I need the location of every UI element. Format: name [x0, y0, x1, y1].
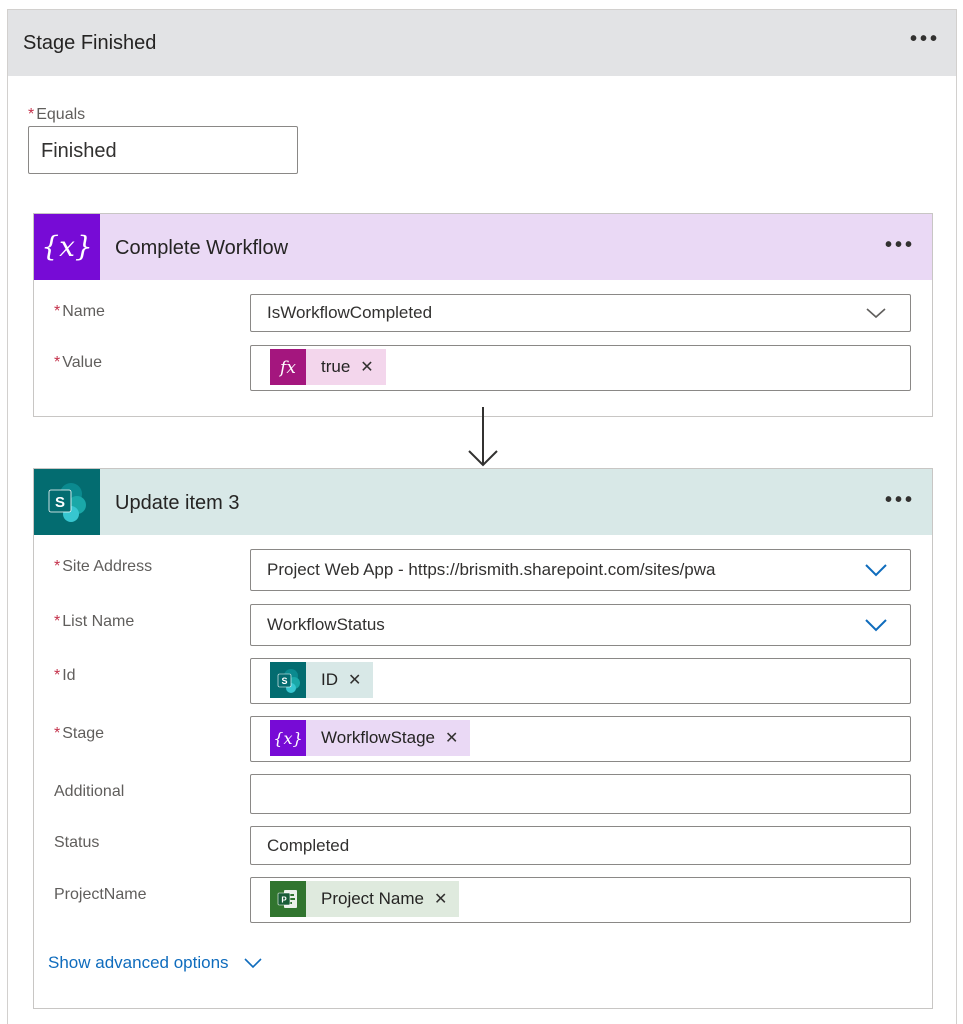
show-advanced-options-text: Show advanced options: [48, 953, 229, 972]
project-name-token-text: Project Name: [321, 889, 424, 908]
case-title: Stage Finished: [23, 32, 157, 54]
equals-label: * Equals: [28, 106, 86, 123]
site-address-value: Project Web App - https://brismith.share…: [267, 560, 716, 579]
case-more-options-icon[interactable]: •••: [910, 29, 940, 49]
value-token-text: true: [321, 357, 351, 376]
chevron-down-icon: [243, 958, 262, 969]
status-label: Status: [54, 834, 100, 851]
remove-token-icon[interactable]: ✕: [434, 889, 447, 909]
complete-workflow-title: Complete Workflow: [115, 237, 289, 259]
stage-label: * Stage: [54, 725, 105, 742]
equals-input[interactable]: Finished: [28, 126, 298, 174]
chevron-down-icon: [865, 564, 887, 577]
site-address-label: * Site Address: [54, 558, 153, 575]
status-value: Completed: [267, 835, 350, 855]
project-name-field[interactable]: P Project Name ✕: [250, 877, 911, 923]
update-item-card: S Update item 3 ••• * Site Address Projec…: [33, 468, 933, 1009]
svg-text:S: S: [55, 494, 65, 511]
status-input[interactable]: Completed: [250, 826, 911, 865]
show-advanced-options-link[interactable]: Show advanced options: [48, 953, 263, 973]
remove-token-icon[interactable]: ✕: [445, 728, 458, 748]
complete-workflow-header[interactable]: {x} Complete Workflow •••: [34, 214, 932, 280]
stage-token-text: WorkflowStage: [321, 728, 436, 747]
project-icon: P: [270, 881, 306, 917]
value-field[interactable]: fx true ✕: [250, 345, 911, 391]
id-field[interactable]: S ID ✕: [250, 658, 911, 704]
value-label: * Value: [54, 354, 102, 371]
id-token[interactable]: S ID ✕: [270, 662, 374, 698]
name-dropdown[interactable]: IsWorkflowCompleted: [250, 294, 911, 332]
update-item-more-icon[interactable]: •••: [885, 490, 915, 510]
list-name-label: * List Name: [54, 613, 135, 630]
name-label: * Name: [54, 303, 105, 320]
sharepoint-icon: S: [34, 469, 100, 535]
connector-arrow-icon: [468, 407, 498, 467]
site-address-dropdown[interactable]: Project Web App - https://brismith.share…: [250, 549, 911, 591]
remove-token-icon[interactable]: ✕: [360, 357, 373, 377]
id-token-text: ID: [321, 670, 338, 689]
case-header[interactable]: Stage Finished •••: [8, 10, 956, 76]
stage-field[interactable]: {x} WorkflowStage ✕: [250, 716, 911, 762]
variable-icon: {x}: [34, 214, 100, 280]
value-token[interactable]: fx true ✕: [270, 349, 386, 385]
id-label: * Id: [54, 667, 76, 684]
fx-icon: fx: [270, 349, 306, 385]
project-name-token[interactable]: P Project Name ✕: [270, 881, 460, 917]
update-item-header[interactable]: S Update item 3 •••: [34, 469, 932, 535]
additional-label: Additional: [54, 783, 125, 800]
update-item-title: Update item 3: [115, 492, 240, 514]
case-container: Stage Finished ••• * Equals Finished {x} …: [7, 9, 957, 1024]
name-value: IsWorkflowCompleted: [267, 303, 433, 322]
svg-text:S: S: [281, 676, 287, 686]
variable-icon: {x}: [270, 720, 306, 756]
chevron-down-icon: [865, 619, 887, 632]
complete-workflow-more-icon[interactable]: •••: [885, 235, 915, 255]
svg-text:{x}: {x}: [43, 230, 91, 263]
stage-token[interactable]: {x} WorkflowStage ✕: [270, 720, 471, 756]
svg-text:P: P: [281, 896, 287, 905]
list-name-value: WorkflowStatus: [267, 615, 385, 634]
complete-workflow-card: {x} Complete Workflow ••• * Name IsWorkfl…: [33, 213, 933, 417]
list-name-dropdown[interactable]: WorkflowStatus: [250, 604, 911, 646]
project-name-label: ProjectName: [54, 886, 147, 903]
sharepoint-icon: S: [270, 662, 306, 698]
additional-input[interactable]: [250, 774, 911, 814]
svg-text:{x}: {x}: [273, 729, 302, 748]
svg-text:fx: fx: [278, 358, 296, 378]
remove-token-icon[interactable]: ✕: [348, 670, 361, 690]
chevron-down-icon: [866, 308, 886, 319]
